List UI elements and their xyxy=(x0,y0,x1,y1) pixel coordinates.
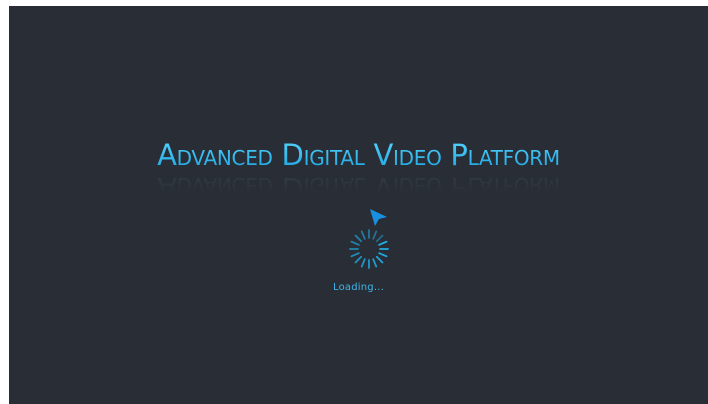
spinner-tick xyxy=(372,258,378,268)
spinner-tick xyxy=(375,255,384,264)
spinner-tick xyxy=(354,234,363,243)
loading-spinner-icon xyxy=(349,209,389,269)
app-title-reflection: Advanced Digital Video Platform xyxy=(157,171,560,205)
app-title: Advanced Digital Video Platform xyxy=(9,138,708,172)
window-frame: Advanced Digital Video Platform Advanced… xyxy=(0,0,708,404)
loading-label: Loading... xyxy=(333,282,384,293)
spinner-ticks xyxy=(349,229,389,269)
pointer-cursor-icon xyxy=(370,209,387,226)
spinner-tick xyxy=(372,230,378,240)
spinner-tick xyxy=(375,234,384,243)
spinner-tick xyxy=(360,258,366,268)
spinner-tick xyxy=(360,230,366,240)
title-block: Advanced Digital Video Platform Advanced… xyxy=(9,138,708,208)
spinner-tick xyxy=(378,252,388,258)
splash-screen: Advanced Digital Video Platform Advanced… xyxy=(9,6,708,404)
spinner-tick xyxy=(354,255,363,264)
spinner-tick xyxy=(378,240,388,246)
spinner-tick xyxy=(350,252,360,258)
spinner-tick xyxy=(350,240,360,246)
